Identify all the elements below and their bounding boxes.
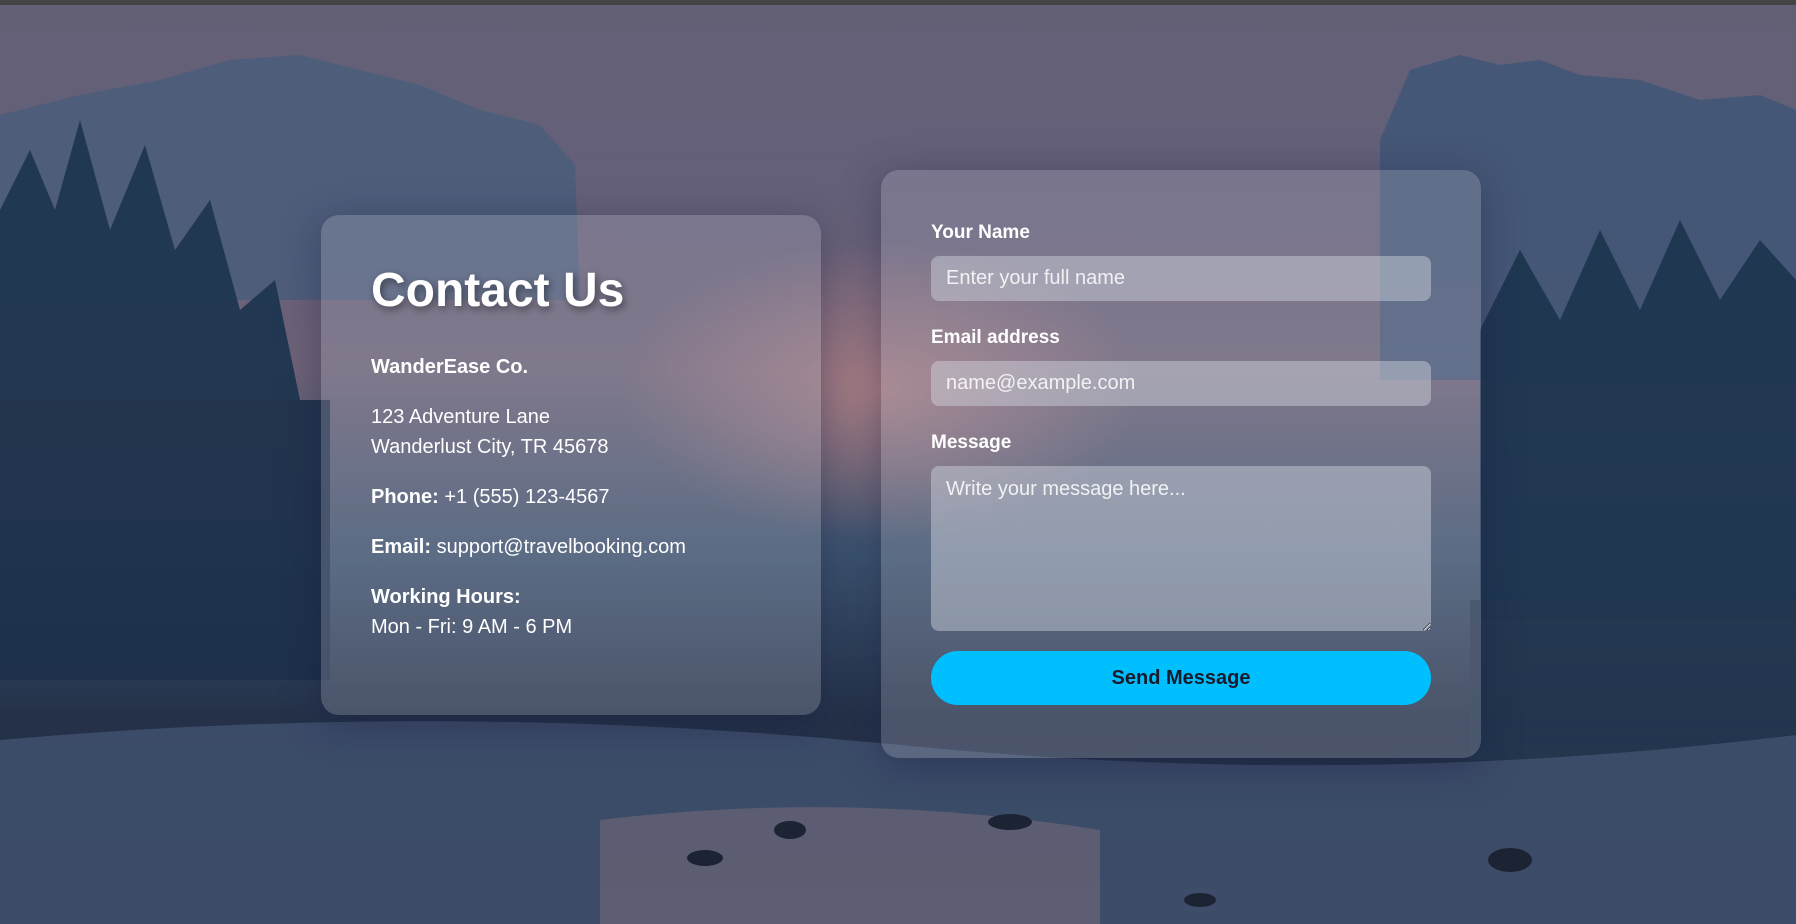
name-input[interactable] bbox=[931, 256, 1431, 301]
email-input[interactable] bbox=[931, 361, 1431, 406]
phone-label: Phone: bbox=[371, 486, 439, 508]
contact-info-card: Contact Us WanderEase Co. 123 Adventure … bbox=[321, 215, 821, 715]
address: 123 Adventure Lane Wanderlust City, TR 4… bbox=[371, 402, 771, 462]
page: Contact Us WanderEase Co. 123 Adventure … bbox=[0, 0, 1796, 924]
email-label: Email: bbox=[371, 536, 432, 558]
hours-label: Working Hours: bbox=[371, 586, 521, 608]
contact-form: Your Name Email address Message Send Mes… bbox=[881, 170, 1481, 758]
name-label: Your Name bbox=[931, 222, 1030, 243]
company-name: WanderEase Co. bbox=[371, 356, 529, 378]
page-title: Contact Us bbox=[371, 264, 625, 317]
phone-value: +1 (555) 123-4567 bbox=[444, 486, 610, 508]
email-address-label: Email address bbox=[931, 327, 1060, 348]
address-line-1: 123 Adventure Lane bbox=[371, 406, 551, 428]
hours-value: Mon - Fri: 9 AM - 6 PM bbox=[371, 616, 573, 638]
email-row: Email: support@travelbooking.com bbox=[371, 532, 771, 562]
email-value: support@travelbooking.com bbox=[436, 536, 686, 558]
message-label: Message bbox=[931, 432, 1012, 453]
message-textarea[interactable] bbox=[931, 466, 1431, 631]
send-message-button[interactable]: Send Message bbox=[931, 651, 1431, 705]
address-line-2: Wanderlust City, TR 45678 bbox=[371, 436, 609, 458]
phone-row: Phone: +1 (555) 123-4567 bbox=[371, 482, 771, 512]
hours-row: Working Hours: Mon - Fri: 9 AM - 6 PM bbox=[371, 582, 771, 642]
